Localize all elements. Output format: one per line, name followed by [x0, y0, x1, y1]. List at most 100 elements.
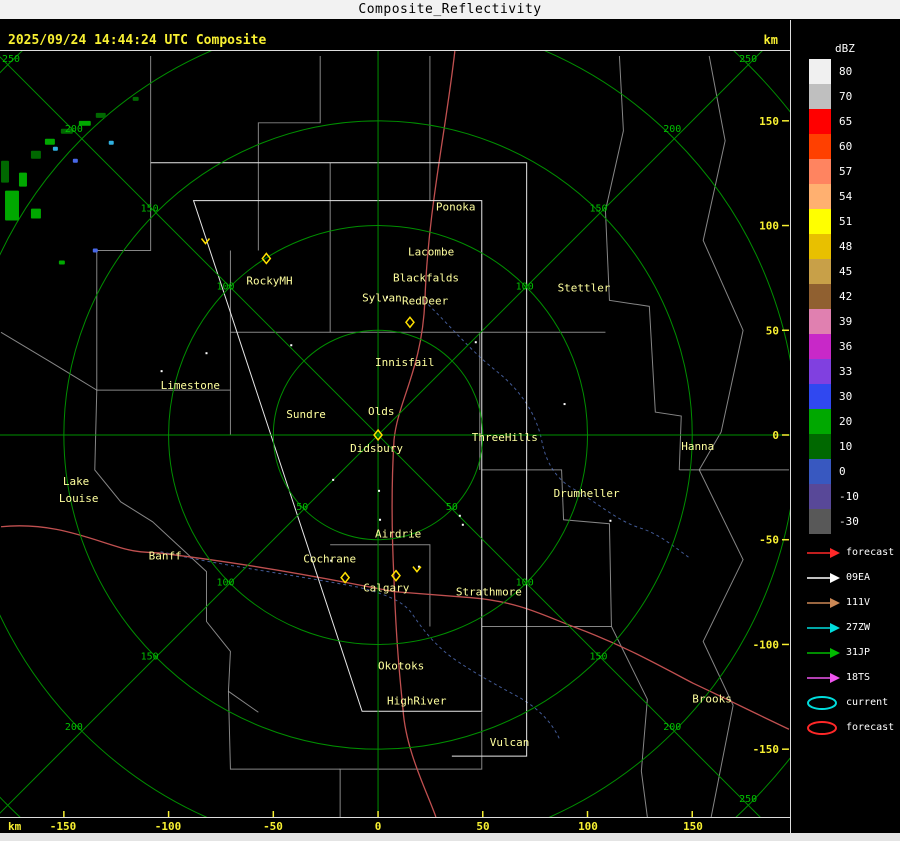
colorbar-value: 36	[839, 340, 853, 353]
colorbar-row: 0	[791, 459, 900, 484]
track-arrow-icon	[807, 572, 840, 583]
track-ellipse-icon	[807, 720, 837, 735]
colorbar-swatch-10	[809, 434, 831, 459]
radar-echo	[72, 158, 78, 163]
colorbar-swatch-36	[809, 334, 831, 359]
colorbar-row: 65	[791, 109, 900, 134]
city-label-louise: Louise	[59, 492, 99, 505]
ring-distance-label: 250	[739, 794, 757, 805]
colorbar-swatch-51	[809, 209, 831, 234]
colorbar-row: 57	[791, 159, 900, 184]
town-dot	[205, 352, 208, 355]
legend-item-31JP: 31JP	[791, 640, 900, 665]
ring-distance-label: 150	[141, 651, 159, 662]
colorbar-swatch-48	[809, 234, 831, 259]
colorbar-row: 70	[791, 84, 900, 109]
town-dot	[458, 514, 461, 517]
colorbar-value: 10	[839, 440, 853, 453]
colorbar-swatch-33	[809, 359, 831, 384]
x-axis-unit: km	[8, 820, 22, 833]
colorbar-value: 65	[839, 115, 853, 128]
colorbar-row: -10	[791, 484, 900, 509]
city-label-ponoka: Ponoka	[436, 201, 476, 214]
colorbar-swatch--10	[809, 484, 831, 509]
colorbar-row: 36	[791, 334, 900, 359]
radar-echo	[108, 140, 114, 145]
colorbar-swatch-57	[809, 159, 831, 184]
legend-label: 27ZW	[846, 622, 871, 633]
city-label-highriver: HighRiver	[387, 694, 447, 707]
city-label-didsbury: Didsbury	[350, 442, 403, 455]
city-label-strathmore: Strathmore	[456, 586, 522, 599]
colorbar-swatch-70	[809, 84, 831, 109]
radar-map-region: 2025/09/24 14:44:24 UTC Composite km 250…	[0, 20, 790, 833]
legend-item-27ZW: 27ZW	[791, 615, 900, 640]
radar-display[interactable]: 250 200 150 100 250 200 150 100 50 50 100 100 150 150…	[0, 50, 790, 818]
colorbar-value: 0	[839, 465, 846, 478]
colorbar-swatch--30	[809, 509, 831, 534]
city-label-threehills: ThreeHills	[472, 431, 538, 444]
town-dot	[378, 489, 381, 492]
bottom-bar	[0, 833, 900, 841]
radar-echo	[5, 190, 19, 221]
ring-distance-label: 100	[516, 281, 534, 292]
legend-label: 31JP	[846, 647, 871, 658]
colorbar-row: 51	[791, 209, 900, 234]
radar-echo	[92, 248, 98, 253]
ring-distance-label: 50	[446, 502, 458, 513]
colorbar-swatch-42	[809, 284, 831, 309]
city-label-vulcan: Vulcan	[490, 736, 530, 749]
city-label-blackfalds: Blackfalds	[393, 271, 459, 284]
storm-cell-diamond	[261, 252, 272, 265]
colorbar: 80 70 65 60 57 54 51 48 45 42 39 36 33 30 20 10 0 -10 -30	[791, 59, 900, 534]
ring-distance-label: 200	[663, 124, 681, 135]
colorbar-swatch-54	[809, 184, 831, 209]
colorbar-swatch-80	[809, 59, 831, 84]
radar-echo	[30, 150, 41, 159]
ring-distance-label: 200	[663, 722, 681, 733]
colorbar-value: 70	[839, 90, 853, 103]
town-dot	[461, 523, 464, 526]
track-arrow-icon	[807, 547, 840, 558]
radar-echo	[132, 96, 139, 101]
legend-item-09EA: 09EA	[791, 565, 900, 590]
colorbar-value: -30	[839, 515, 859, 528]
city-label-calgary: Calgary	[363, 582, 410, 595]
y-axis-label: 100	[759, 220, 779, 233]
colorbar-row: -30	[791, 509, 900, 534]
y-axis-label: 0	[772, 429, 779, 442]
colorbar-value: 54	[839, 190, 853, 203]
city-label-banff: Banff	[149, 550, 182, 563]
city-label-rockymh: RockyMH	[246, 274, 292, 287]
colorbar-swatch-45	[809, 259, 831, 284]
city-label-lacombe: Lacombe	[408, 245, 454, 258]
town-dot	[332, 478, 335, 481]
legend-item-111V: 111V	[791, 590, 900, 615]
legend-label: 111V	[846, 597, 871, 608]
radar-echo	[1, 160, 10, 183]
ring-distance-label: 100	[216, 578, 234, 589]
y-axis-label: -150	[753, 743, 779, 756]
colorbar-row: 33	[791, 359, 900, 384]
ring-distance-label: 100	[216, 281, 234, 292]
city-label-hanna: Hanna	[681, 440, 714, 453]
radar-echo	[44, 138, 55, 145]
colorbar-value: 60	[839, 140, 853, 153]
colorbar-value: 39	[839, 315, 853, 328]
radar-echo	[30, 208, 41, 219]
city-label-brooks: Brooks	[692, 692, 732, 705]
window-titlebar: Composite_Reflectivity	[0, 0, 900, 20]
city-label-okotoks: Okotoks	[378, 659, 424, 672]
y-axis-label: -50	[759, 534, 779, 547]
ring-distance-label: 200	[65, 722, 83, 733]
colorbar-row: 30	[791, 384, 900, 409]
colorbar-value: 45	[839, 265, 853, 278]
colorbar-row: 10	[791, 434, 900, 459]
city-label-lake: Lake	[63, 475, 89, 488]
radar-echo	[18, 172, 27, 187]
radar-echo	[58, 260, 65, 265]
ring-distance-label: 150	[589, 204, 607, 215]
town-dot	[474, 341, 477, 344]
legend-item-current: current	[791, 690, 900, 715]
storm-arrow-chevron	[412, 566, 422, 573]
